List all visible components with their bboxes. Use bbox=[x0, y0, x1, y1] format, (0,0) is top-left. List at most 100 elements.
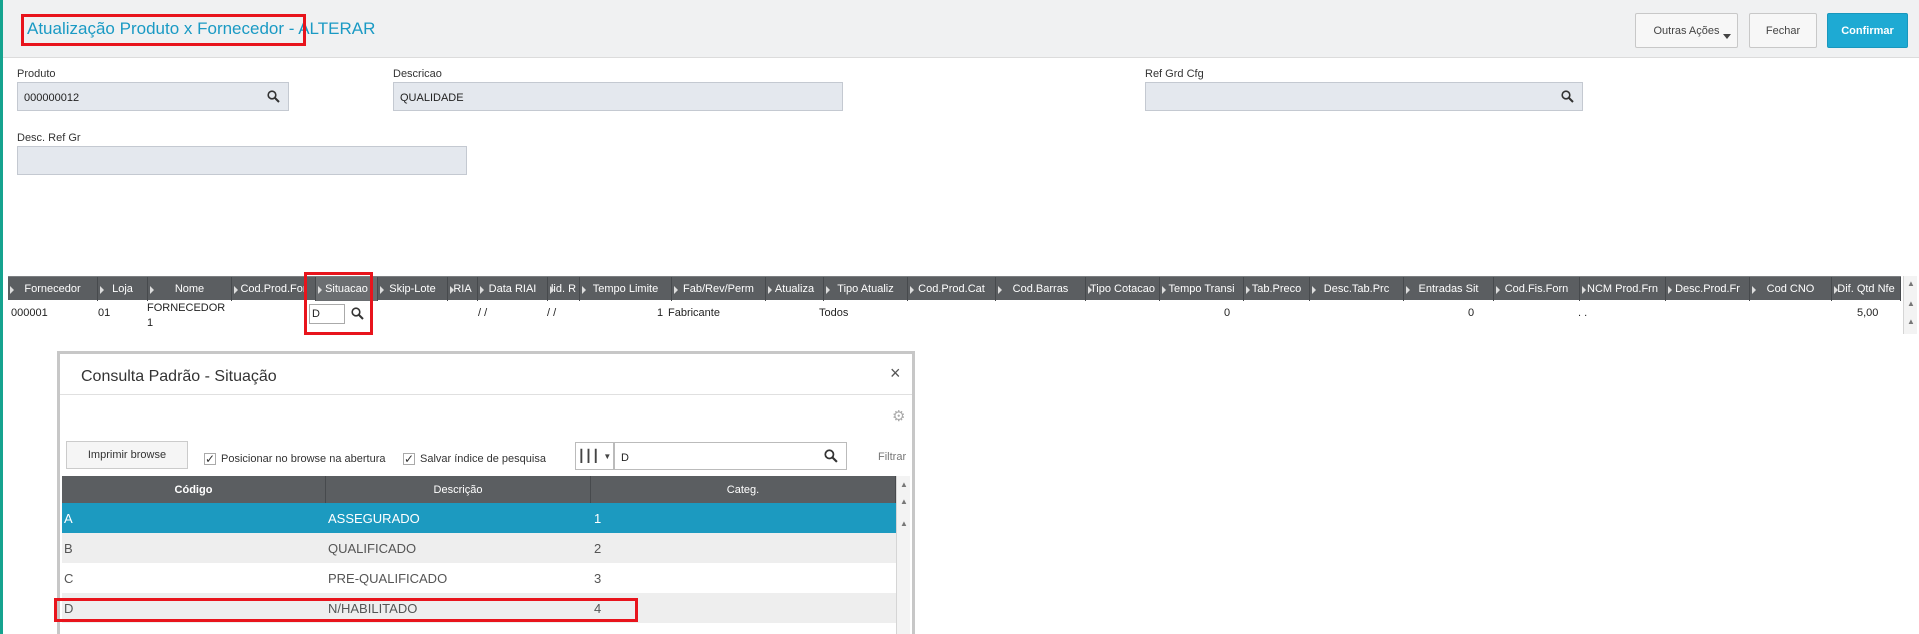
sort-arrow-icon bbox=[1162, 286, 1166, 294]
grid-col-atualiza[interactable]: Atualiza bbox=[766, 277, 824, 301]
row-fornecedor[interactable]: 000001 bbox=[11, 307, 48, 319]
grid-col-tempo-transi[interactable]: Tempo Transi bbox=[1160, 277, 1244, 301]
row-entradas-sit[interactable]: 0 bbox=[1468, 307, 1474, 319]
grid-col-label: Loja bbox=[112, 283, 133, 295]
grid-col-label: Desc.Prod.Fr bbox=[1675, 283, 1740, 295]
col-codigo[interactable]: Código bbox=[62, 476, 326, 503]
scroll-up-icon[interactable]: ▲ bbox=[1905, 316, 1917, 328]
row-nome-line1[interactable]: FORNECEDOR bbox=[147, 302, 225, 314]
search-icon[interactable] bbox=[267, 90, 280, 106]
grid-col-tipo-atualiz[interactable]: Tipo Atualiz bbox=[824, 277, 908, 301]
descricao-value: QUALIDADE bbox=[400, 92, 464, 104]
grid-col-tab-preco[interactable]: Tab.Preco bbox=[1244, 277, 1310, 301]
descricao-field[interactable]: QUALIDADE bbox=[393, 82, 843, 111]
sort-arrow-icon bbox=[100, 286, 104, 294]
grid-col-ncm-prod-frn[interactable]: NCM Prod.Frn bbox=[1580, 277, 1666, 301]
grid-col-label: Desc.Tab.Prc bbox=[1323, 283, 1390, 295]
grid-col-tempo-limite[interactable]: Tempo Limite bbox=[580, 277, 672, 301]
close-icon[interactable]: × bbox=[890, 363, 901, 384]
scroll-top-icon[interactable]: ▲ bbox=[898, 479, 910, 491]
grid-col-label: lid. R bbox=[550, 283, 577, 295]
grid-col-fornecedor[interactable]: Fornecedor bbox=[8, 277, 98, 301]
row-data-riai[interactable]: / / bbox=[478, 307, 487, 319]
grid-col-label: Tipo Atualiz bbox=[837, 283, 894, 295]
grid-col-dif-qtd-nfe[interactable]: Dif. Qtd Nfe bbox=[1832, 277, 1901, 301]
col-categ[interactable]: Categ. bbox=[591, 476, 896, 503]
gear-icon[interactable]: ⚙ bbox=[892, 407, 905, 425]
row-valid[interactable]: / / bbox=[547, 307, 556, 319]
outras-acoes-button[interactable]: Outras Ações bbox=[1635, 13, 1738, 48]
table-row[interactable]: A ASSEGURADO 1 bbox=[62, 503, 896, 533]
scroll-page-up-icon[interactable]: ▲ bbox=[898, 496, 910, 508]
row-nome-line2[interactable]: 1 bbox=[147, 317, 153, 329]
grid-scrollbar[interactable]: ▲ ▲ ▲ bbox=[1903, 276, 1917, 334]
grid-col-skip-lote[interactable]: Skip-Lote bbox=[378, 277, 448, 301]
grid-col-entradas-sit[interactable]: Entradas Sit bbox=[1404, 277, 1494, 301]
grid-col-nome[interactable]: Nome bbox=[148, 277, 232, 301]
fechar-button[interactable]: Fechar bbox=[1749, 13, 1817, 48]
posicionar-checkbox[interactable]: ✓ Posicionar no browse na abertura bbox=[204, 453, 385, 465]
row-dif-qtd-nfe[interactable]: 5,00 bbox=[1857, 307, 1878, 319]
sort-arrow-icon bbox=[150, 286, 154, 294]
grid-col-cod-barras[interactable]: Cod.Barras bbox=[996, 277, 1086, 301]
filtrar-link[interactable]: Filtrar bbox=[878, 451, 906, 463]
grid-col-cod-prod-cat[interactable]: Cod.Prod.Cat bbox=[908, 277, 996, 301]
grid-col-cod-fis-forn[interactable]: Cod.Fis.Forn bbox=[1494, 277, 1580, 301]
ref-grd-cfg-field[interactable] bbox=[1145, 82, 1583, 111]
imprimir-browse-button[interactable]: Imprimir browse bbox=[66, 441, 188, 469]
row-tipo-atualiz[interactable]: Todos bbox=[819, 307, 848, 319]
scroll-up-icon[interactable]: ▲ bbox=[898, 518, 910, 530]
grid-col-loja[interactable]: Loja bbox=[98, 277, 148, 301]
dialog-table-scrollbar[interactable]: ▲ ▲ ▲ bbox=[896, 476, 910, 634]
grid-col-label: Dif. Qtd Nfe bbox=[1837, 283, 1895, 295]
checkbox-checked-icon[interactable]: ✓ bbox=[204, 453, 216, 465]
search-icon[interactable] bbox=[1561, 90, 1574, 106]
scroll-top-icon[interactable]: ▲ bbox=[1905, 278, 1917, 290]
sort-arrow-icon bbox=[826, 286, 830, 294]
grid-col-data-riai[interactable]: Data RIAI bbox=[478, 277, 548, 301]
result-table-header: Código Descrição Categ. bbox=[62, 476, 896, 503]
cell-codigo: A bbox=[64, 511, 73, 526]
grid-col-fab-rev-perm[interactable]: Fab/Rev/Perm bbox=[672, 277, 766, 301]
grid-col-label: Cod.Prod.For bbox=[240, 283, 307, 295]
cell-descricao: ASSEGURADO bbox=[328, 511, 420, 526]
row-tempo-transi[interactable]: 0 bbox=[1224, 307, 1230, 319]
grid-col-valid[interactable]: lid. R bbox=[548, 277, 580, 301]
grid-header: Fornecedor Loja Nome Cod.Prod.For Situac… bbox=[8, 276, 1901, 301]
row-loja[interactable]: 01 bbox=[98, 307, 110, 319]
row-ncm-prod-frn[interactable]: . . bbox=[1578, 307, 1587, 319]
sort-arrow-icon bbox=[550, 286, 554, 294]
produto-value: 000000012 bbox=[24, 92, 80, 104]
grid-col-label: Tempo Transi bbox=[1168, 283, 1235, 295]
sort-arrow-icon bbox=[1752, 286, 1756, 294]
grid-col-tipo-cotacao[interactable]: Tipo Cotacao bbox=[1086, 277, 1160, 301]
cell-categ: 1 bbox=[594, 511, 602, 526]
table-row[interactable]: B QUALIFICADO 2 bbox=[62, 533, 896, 563]
column-view-dropdown[interactable]: ┃┃┃ ▼ bbox=[575, 442, 614, 470]
grid-col-ria[interactable]: RIA bbox=[448, 277, 478, 301]
grid-col-label: Tempo Limite bbox=[592, 283, 659, 295]
table-row[interactable]: C PRE-QUALIFICADO 3 bbox=[62, 563, 896, 593]
col-descricao[interactable]: Descrição bbox=[326, 476, 591, 503]
row-tempo-limite[interactable]: 1 bbox=[657, 307, 663, 319]
sort-arrow-icon bbox=[1246, 286, 1250, 294]
sort-arrow-icon bbox=[1834, 286, 1838, 294]
row-fab-rev-perm[interactable]: Fabricante bbox=[668, 307, 720, 319]
sort-arrow-icon bbox=[1088, 286, 1092, 294]
search-input[interactable]: D bbox=[614, 442, 847, 470]
confirmar-button[interactable]: Confirmar bbox=[1827, 13, 1908, 48]
sort-arrow-icon bbox=[1582, 286, 1586, 294]
produto-field[interactable]: 000000012 bbox=[17, 82, 289, 111]
search-icon[interactable] bbox=[824, 449, 838, 466]
grid-col-desc-tab-prc[interactable]: Desc.Tab.Prc bbox=[1310, 277, 1404, 301]
grid-col-cod-cno[interactable]: Cod CNO bbox=[1750, 277, 1832, 301]
grid-col-label: Nome bbox=[174, 283, 205, 295]
sort-arrow-icon bbox=[450, 286, 454, 294]
scroll-page-up-icon[interactable]: ▲ bbox=[1905, 298, 1917, 310]
grid-col-desc-prod-fr[interactable]: Desc.Prod.Fr bbox=[1666, 277, 1750, 301]
desc-ref-gr-label: Desc. Ref Gr bbox=[17, 132, 81, 144]
desc-ref-gr-field[interactable] bbox=[17, 146, 467, 175]
salvar-indice-checkbox[interactable]: ✓ Salvar índice de pesquisa bbox=[403, 453, 546, 465]
checkbox-checked-icon[interactable]: ✓ bbox=[403, 453, 415, 465]
descricao-label: Descricao bbox=[393, 68, 442, 80]
